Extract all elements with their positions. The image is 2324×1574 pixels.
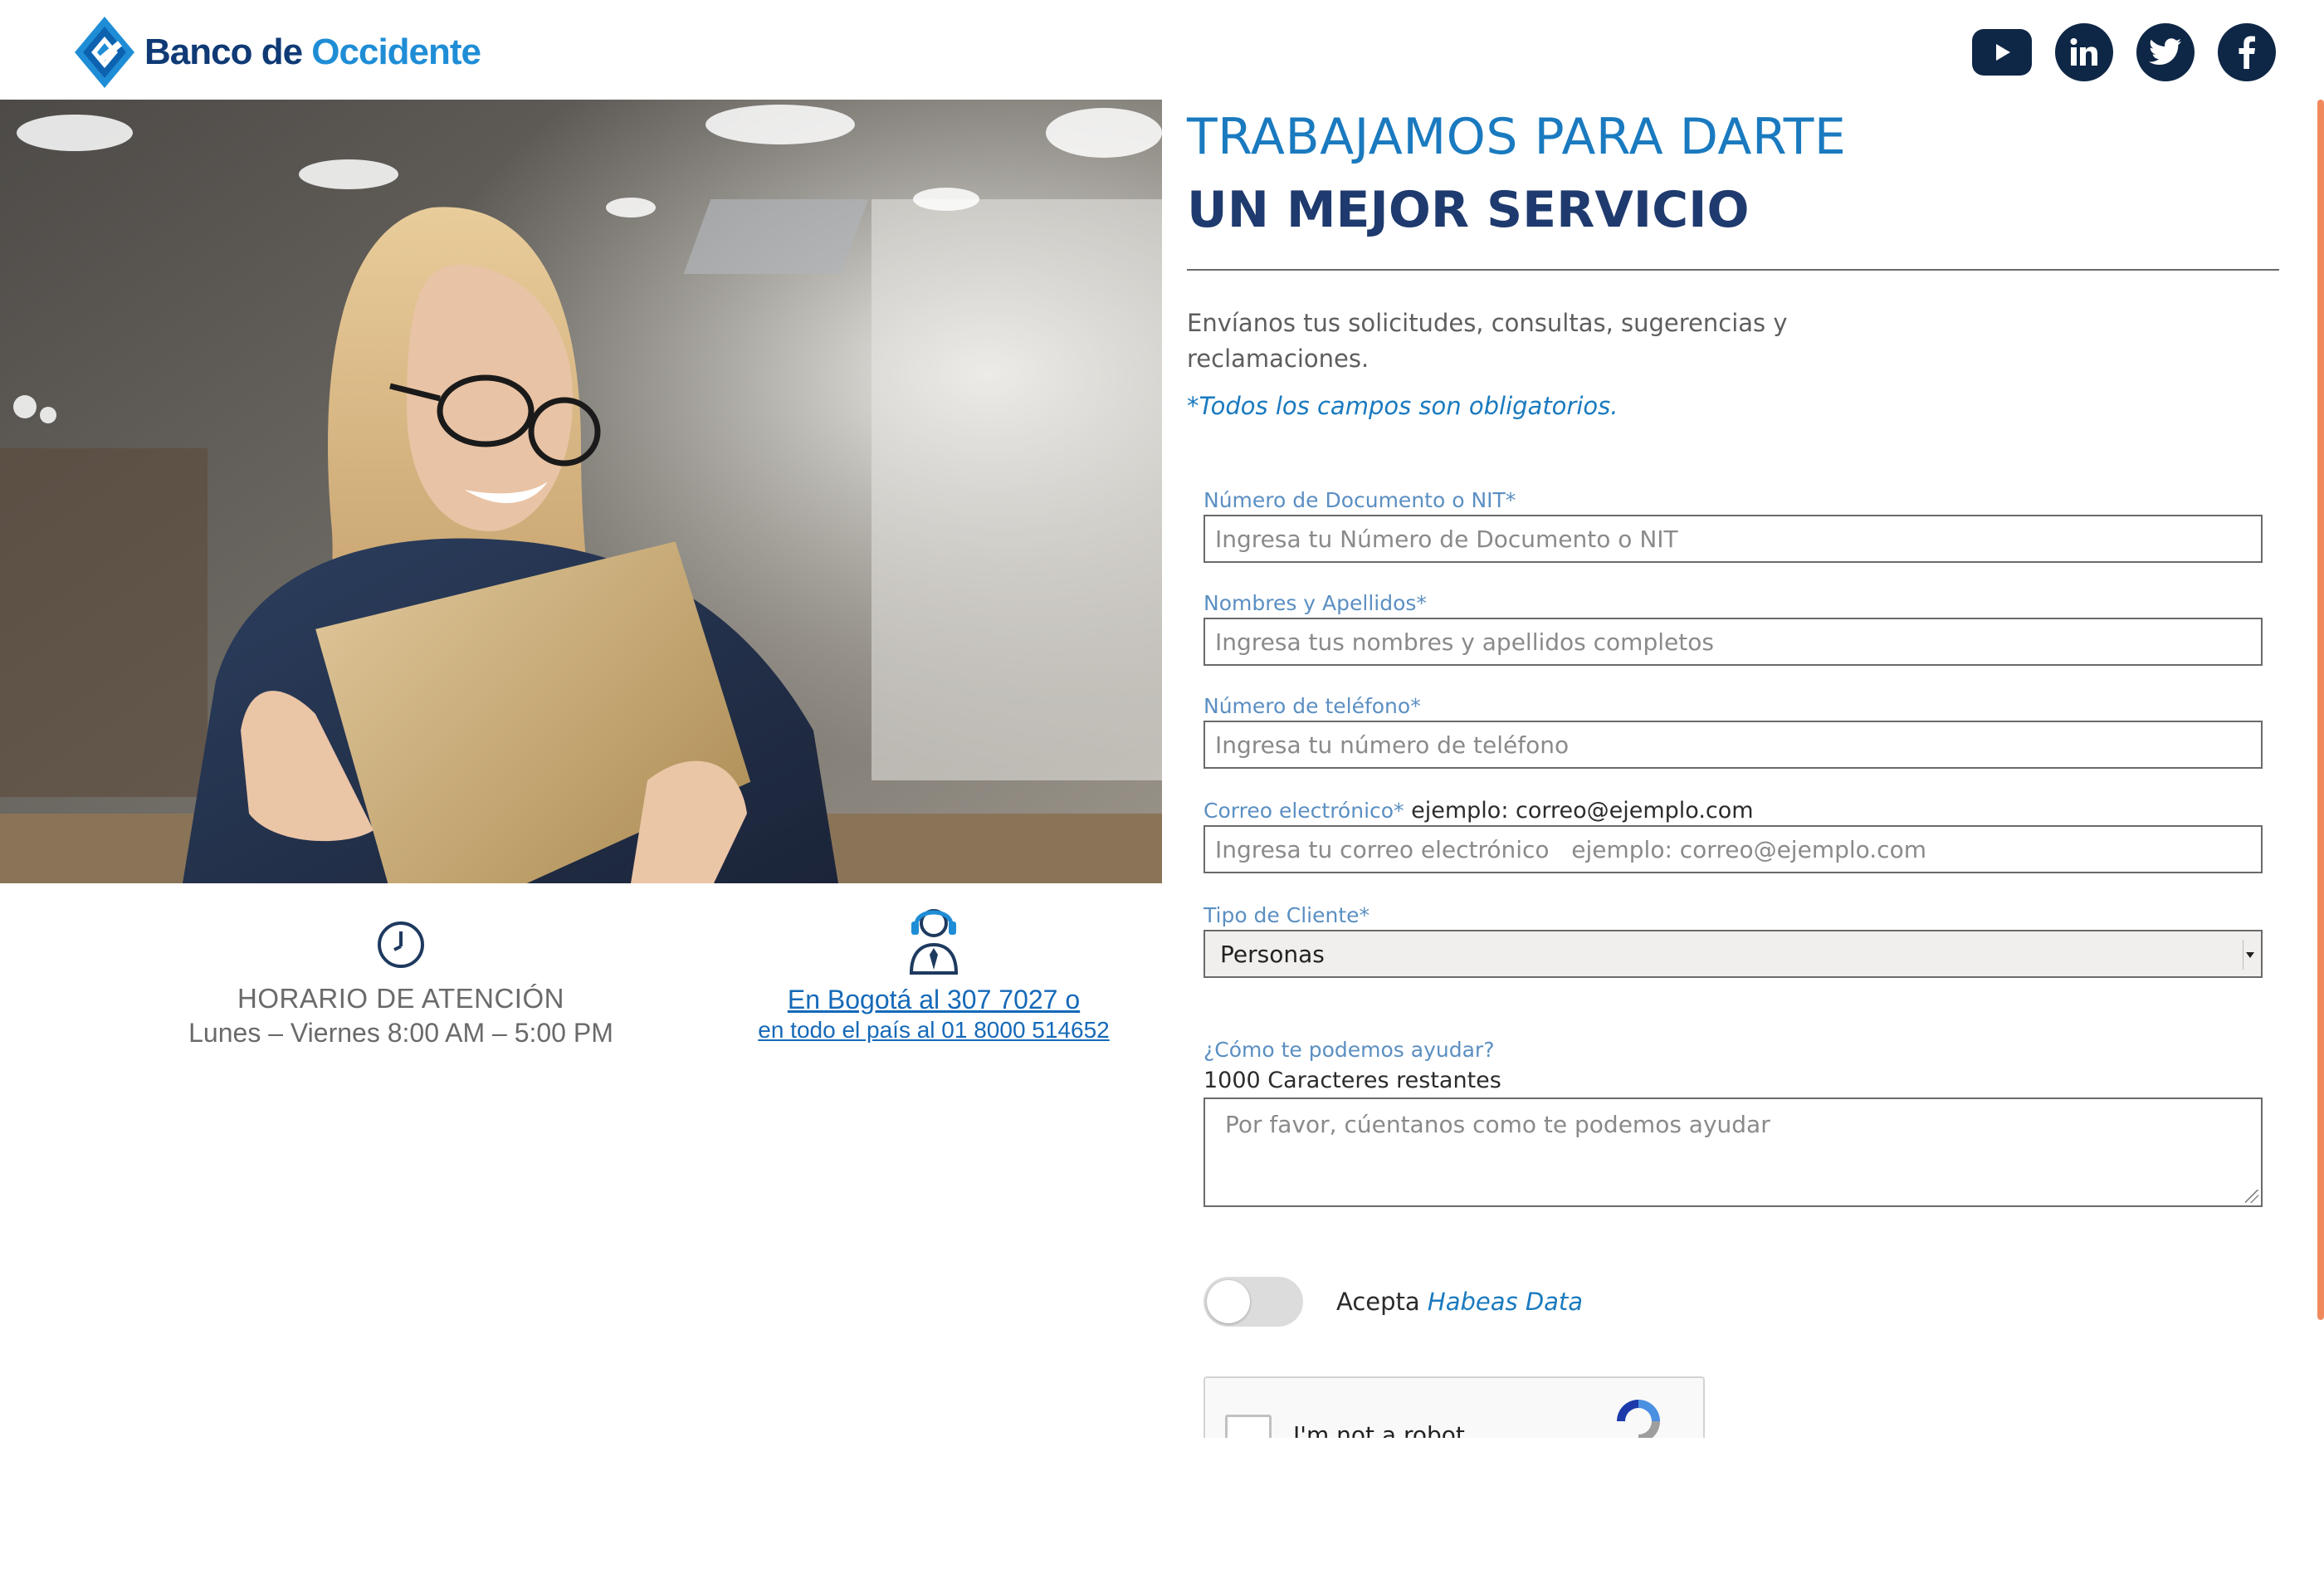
facebook-icon xyxy=(2239,36,2255,69)
resize-handle-icon[interactable] xyxy=(2245,1190,2258,1203)
logo-text-accent: Occidente xyxy=(311,32,481,72)
linkedin-icon xyxy=(2070,38,2097,66)
help-placeholder: Por favor, cúentanos como te podemos ayu… xyxy=(1225,1111,1770,1138)
required-fields-note: *Todos los campos son obligatorios. xyxy=(1187,392,1618,420)
logo-wordmark: Banco de Occidente xyxy=(144,32,481,73)
twitter-icon xyxy=(2149,38,2181,65)
hours-title: HORARIO DE ATENCIÓN xyxy=(237,983,564,1014)
bogota-phone-link[interactable]: En Bogotá al 307 7027 o xyxy=(730,985,1137,1015)
characters-remaining: 1000 Caracteres restantes xyxy=(1204,1068,1501,1093)
linkedin-button[interactable] xyxy=(2055,23,2113,81)
phone-contact: En Bogotá al 307 7027 o en todo el país … xyxy=(730,902,1137,1044)
phone-input[interactable] xyxy=(1204,721,2263,769)
facebook-button[interactable] xyxy=(2218,23,2276,81)
hero-illustration xyxy=(0,100,1162,883)
logo-diamond-icon xyxy=(75,17,134,88)
youtube-icon xyxy=(1996,44,2010,61)
names-field: Nombres y Apellidos* xyxy=(1204,589,2263,666)
client-type-field: Tipo de Cliente* Personas xyxy=(1204,902,2263,978)
recaptcha-logo-icon xyxy=(1617,1400,1660,1438)
email-label-text: Correo electrónico* xyxy=(1204,799,1404,823)
page-scrollbar[interactable] xyxy=(2317,100,2324,1320)
phone-field: Número de teléfono* xyxy=(1204,692,2263,769)
page-title-line1: TRABAJAMOS PARA DARTE xyxy=(1187,108,1847,166)
hero-photo-woman-with-tablet xyxy=(0,100,1162,883)
client-type-value: Personas xyxy=(1220,940,1325,968)
names-input[interactable] xyxy=(1204,618,2263,666)
recaptcha-widget: I'm not a robot xyxy=(1204,1376,1705,1438)
document-input[interactable] xyxy=(1204,515,2263,563)
clock-icon xyxy=(378,921,424,968)
site-header: Banco de Occidente xyxy=(0,0,2324,100)
form-intro: TRABAJAMOS PARA DARTE UN MEJOR SERVICIO … xyxy=(1187,100,2282,420)
document-label: Número de Documento o NIT* xyxy=(1204,488,1516,512)
logo-text-main: Banco de xyxy=(144,32,303,72)
email-input[interactable] xyxy=(1204,825,2263,873)
habeas-data-toggle[interactable] xyxy=(1204,1277,1303,1327)
phone-label: Número de teléfono* xyxy=(1204,694,1421,718)
document-field: Número de Documento o NIT* xyxy=(1204,486,2263,563)
email-hint: ejemplo: correo@ejemplo.com xyxy=(1404,798,1754,824)
call-center-agent-icon xyxy=(909,909,959,975)
names-label: Nombres y Apellidos* xyxy=(1204,591,1427,615)
chevron-down-icon xyxy=(2243,940,2256,970)
consent-text: Acepta Habeas Data xyxy=(1336,1288,1583,1316)
national-phone-link[interactable]: en todo el país al 01 8000 514652 xyxy=(730,1017,1137,1044)
page-title-line2: UN MEJOR SERVICIO xyxy=(1187,181,1750,239)
email-field: Correo electrónico* ejemplo: correo@ejem… xyxy=(1204,797,2263,873)
help-label: ¿Cómo te podemos ayudar? xyxy=(1204,1038,1495,1062)
hours-schedule: Lunes – Viernes 8:00 AM – 5:00 PM xyxy=(188,1018,613,1048)
twitter-button[interactable] xyxy=(2136,23,2195,81)
banco-de-occidente-logo[interactable]: Banco de Occidente xyxy=(73,15,481,90)
recaptcha-checkbox[interactable] xyxy=(1225,1415,1272,1438)
toggle-knob xyxy=(1207,1280,1250,1323)
client-type-select[interactable]: Personas xyxy=(1204,930,2263,978)
consent-prefix: Acepta xyxy=(1336,1288,1428,1316)
habeas-data-link[interactable]: Habeas Data xyxy=(1428,1288,1583,1316)
title-divider xyxy=(1187,269,2279,271)
client-type-label: Tipo de Cliente* xyxy=(1204,903,1370,927)
social-links xyxy=(1972,23,2276,81)
help-textarea[interactable]: Por favor, cúentanos como te podemos ayu… xyxy=(1204,1097,2263,1207)
email-label: Correo electrónico* ejemplo: correo@ejem… xyxy=(1204,797,2263,825)
habeas-data-consent: Acepta Habeas Data xyxy=(1204,1277,2263,1327)
intro-text: Envíanos tus solicitudes, consultas, sug… xyxy=(1187,309,1788,373)
attention-hours: HORARIO DE ATENCIÓN Lunes – Viernes 8:00… xyxy=(98,920,704,1049)
youtube-button[interactable] xyxy=(1972,29,2032,76)
recaptcha-label: I'm not a robot xyxy=(1293,1421,1465,1438)
contact-form: Número de Documento o NIT* Nombres y Ape… xyxy=(1204,486,2263,1327)
